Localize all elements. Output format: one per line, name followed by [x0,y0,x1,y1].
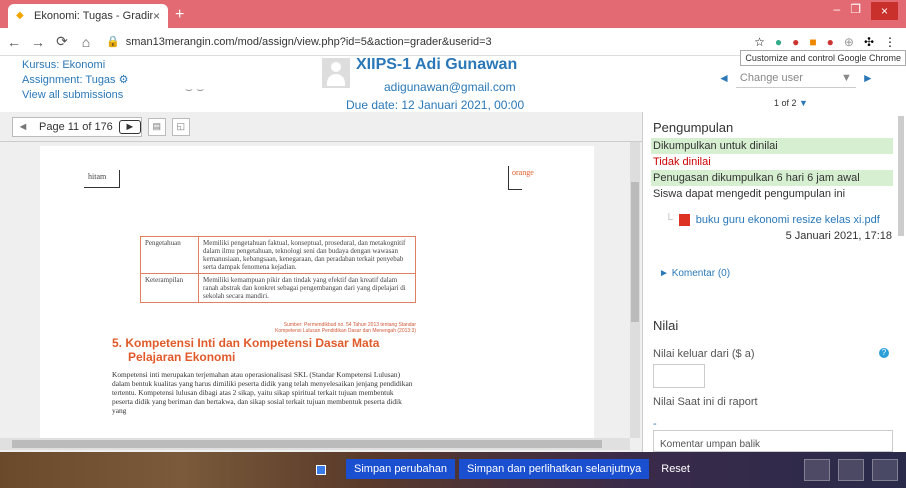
browser-tooltip: Customize and control Google Chrome [740,50,906,66]
help-icon[interactable]: ? [879,348,889,358]
next-page-icon[interactable]: ► [118,119,141,134]
corner-mark [508,166,522,190]
page-selector[interactable]: ◄ Page 11 of 176 ► [12,116,142,137]
extension-icon[interactable]: ● [775,35,782,49]
moodle-favicon-icon: ◆ [16,10,24,21]
filter-icon[interactable]: ▼ [799,98,808,108]
grade-input[interactable] [653,364,705,388]
grade-heading: Nilai [653,318,679,333]
user-navigation: ◄ Change user ▼ ► [718,68,874,88]
collapse-review-panel-button[interactable] [872,459,898,481]
new-tab-icon[interactable]: + [175,6,184,24]
student-email: adigunawan@gmail.com [384,80,516,94]
pdf-icon [678,214,690,226]
file-date: 5 Januari 2021, 17:18 [785,230,892,242]
tree-connector: └ [665,214,673,226]
browser-tab-strip: ◆ Ekonomi: Tugas - Grading × + – ❐ × [0,0,906,28]
notify-student-checkbox[interactable] [316,465,326,475]
action-buttons: Simpan perubahan Simpan dan perlihatkan … [346,459,698,479]
course-navigation: Kursus: Ekonomi Assignment: Tugas ⚙ View… [22,58,129,103]
due-date: Due date: 12 Januari 2021, 00:00 [346,98,525,112]
status-editable: Siswa dapat mengedit pengumpulan ini [653,188,846,200]
competency-table: Pengetahuan Memiliki pengetahuan faktual… [140,236,416,303]
reload-icon[interactable]: ⟳ [52,33,72,50]
current-grade-label: Nilai Saat ini di raport [653,396,758,408]
star-icon[interactable]: ☆ [754,35,765,49]
previous-page-icon[interactable]: ◄ [13,121,33,133]
extension-icon[interactable]: ● [792,35,799,49]
home-icon[interactable]: ⌂ [76,34,96,50]
close-tab-icon[interactable]: × [153,9,160,23]
grading-panel: Pengumpulan Dikumpulkan untuk dinilai Ti… [642,112,906,452]
view-all-submissions-link[interactable]: View all submissions [22,88,129,103]
scrollbar-thumb[interactable] [631,182,639,322]
assignment-link[interactable]: Assignment: Tugas ⚙ [22,73,129,88]
table-row: Keterampilan Memiliki kemampuan pikir da… [140,273,416,303]
section-body: Kompetensi inti merupakan terjemahan ata… [112,370,413,415]
menu-icon[interactable]: ⋮ [884,35,896,49]
minimize-icon[interactable]: – [834,2,841,20]
scrollbar-thumb[interactable] [12,440,602,448]
student-name[interactable]: XIIPS-1 Adi Gunawan [356,56,517,74]
table-row: Pengetahuan Memiliki pengetahuan faktual… [140,236,416,274]
pdf-page: hitam orange Pengetahuan Memiliki penget… [40,146,594,446]
maximize-icon[interactable]: ❐ [850,2,861,20]
save-and-next-button[interactable]: Simpan dan perlihatkan selanjutnya [458,459,650,479]
save-button[interactable]: Simpan perubahan [346,459,455,479]
avatar [322,58,350,88]
status-early: Penugasan dikumpulkan 6 hari 6 jam awal [651,170,893,186]
comments-toggle[interactable]: ► Komentar (0) [659,268,730,279]
change-user-select[interactable]: Change user ▼ [735,68,856,88]
layout-buttons [804,459,898,481]
page-label: Page 11 of 176 [39,120,113,133]
table-source: Sumber: Permendikbud no. 54 Tahun 2013 t… [275,322,416,334]
horizontal-scrollbar[interactable] [0,438,630,450]
caret-right-icon: ► [659,268,669,279]
current-grade-value: - [653,418,657,430]
viewer-toolbar: ◄ Page 11 of 176 ► ▤ ◱ [0,112,642,142]
action-bar: Simpan perubahan Simpan dan perlihatkan … [0,452,906,488]
gear-icon[interactable]: ⚙ [119,74,129,86]
user-count[interactable]: 1 of 2 ▼ [774,98,808,108]
status-graded: Tidak dinilai [653,156,711,168]
next-user-icon[interactable]: ► [862,71,874,85]
previous-user-icon[interactable]: ◄ [718,71,730,85]
course-link[interactable]: Kursus: Ekonomi [22,58,129,73]
close-window-icon[interactable]: × [870,2,898,20]
rotate-tool-icon[interactable]: ◱ [171,117,190,136]
annotation-tool-icon[interactable]: ▤ [147,117,166,136]
window-controls: – ❐ × [834,2,898,20]
reset-button[interactable]: Reset [653,459,698,479]
lock-icon: 🔒 [106,36,120,48]
puzzle-icon[interactable]: ✣ [864,35,874,49]
panel-scrollbar[interactable] [898,116,904,236]
forward-icon[interactable]: → [28,34,48,50]
collapse-grade-panel-button[interactable] [804,459,830,481]
chevron-down-icon: ▼ [841,71,852,84]
pdf-viewer: ◄ Page 11 of 176 ► ▤ ◱ hitam orange Peng… [0,112,642,452]
extension-icons: ☆ ● ● ■ ● ⊕ ✣ ⋮ [754,35,896,49]
corner-mark [84,170,120,188]
browser-tab[interactable]: ◆ Ekonomi: Tugas - Grading × [8,4,168,28]
submission-file-link[interactable]: └ buku guru ekonomi resize kelas xi.pdf [665,214,880,226]
extension-icon[interactable]: ● [827,35,834,49]
decorative-image: ⌣ ⌣ [185,82,205,96]
section-title: 5. Kompetensi Inti dan Kompetensi Dasar … [112,336,380,364]
submission-heading: Pengumpulan [653,120,734,135]
vertical-scrollbar[interactable] [630,142,640,438]
extension-icon[interactable]: ■ [809,35,816,49]
grade-label: Nilai keluar dari ($ a) [653,348,755,360]
tab-title: Ekonomi: Tugas - Grading [34,10,153,22]
feedback-comments-field[interactable]: Komentar umpan balik [653,430,893,452]
status-submitted: Dikumpulkan untuk dinilai [651,138,893,154]
url-field[interactable]: 🔒 sman13merangin.com/mod/assign/view.php?… [106,35,754,48]
extension-icon[interactable]: ⊕ [844,35,854,49]
default-layout-button[interactable] [838,459,864,481]
back-icon[interactable]: ← [4,34,24,50]
